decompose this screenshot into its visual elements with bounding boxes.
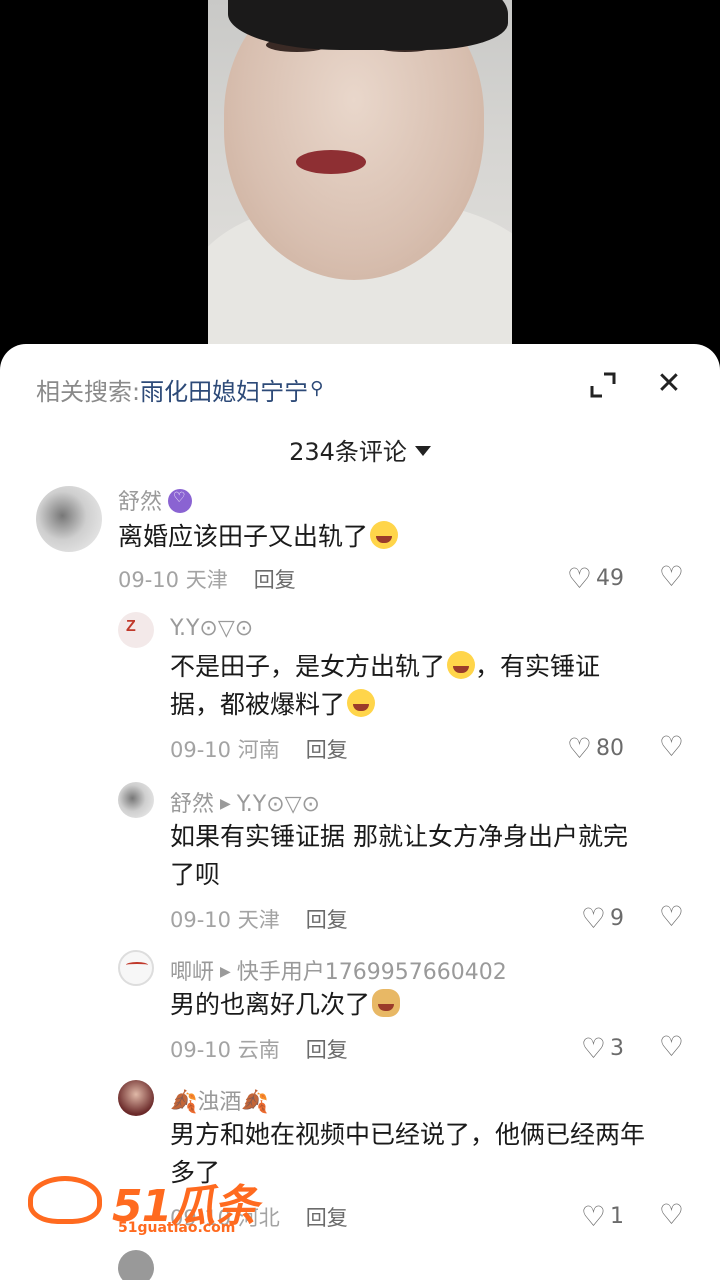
comment-text: 离婚应该田子又出轨了 — [118, 518, 399, 556]
like-count: 49 — [596, 566, 624, 591]
reply-button[interactable]: 回复 — [306, 1206, 348, 1230]
reply-arrow-icon: ▶ — [220, 796, 231, 812]
avatar[interactable] — [118, 1250, 154, 1280]
username-text: 舒然 — [118, 490, 163, 515]
comment-text-body: ，有实锤证 — [475, 652, 601, 681]
comment-text: 如果有实锤证据 那就让女方净身出户就完 了呗 — [170, 818, 680, 894]
crying-laugh-emoji-icon — [370, 521, 399, 549]
comment-username[interactable]: Y.Y⊙▽⊙ — [170, 616, 253, 641]
comment-text: 不是田子，是女方出轨了 ，有实锤证 据，都被爆料了 — [170, 648, 670, 724]
video-subject-mouth — [296, 150, 366, 174]
comment-text-body: 男的也离好几次了 — [170, 990, 371, 1019]
heart-icon: ♡ — [566, 732, 592, 765]
reply-button[interactable]: 回复 — [254, 568, 296, 592]
comment-count-label: 234条评论 — [289, 438, 407, 466]
comment-location: 天津 — [237, 908, 280, 932]
video-frame — [208, 0, 512, 360]
comment-username[interactable]: 🍂浊酒🍂 — [170, 1084, 269, 1116]
username-text: 浊酒 — [197, 1090, 242, 1115]
expand-icon[interactable] — [588, 370, 618, 400]
avatar[interactable] — [36, 486, 102, 552]
comment-date: 09-10 — [170, 738, 232, 762]
video-player[interactable] — [0, 0, 720, 360]
related-search[interactable]: 相关搜索:雨化田媳妇宁宁 ⚲ — [36, 372, 323, 407]
leaf-icon: 🍂 — [241, 1090, 269, 1115]
avatar[interactable] — [118, 782, 154, 818]
dislike-icon[interactable]: ♡ — [659, 1198, 684, 1231]
comment-text-body: 如果有实锤证据 那就让女方净身出户就完 — [170, 822, 628, 851]
comment-meta: 09-10 云南 回复 — [170, 1034, 348, 1064]
like-count: 3 — [610, 1036, 624, 1061]
comment-panel: 相关搜索:雨化田媳妇宁宁⚲ ✕ 234条评论 舒然 离婚应该田子又出轨了 09-… — [0, 344, 720, 1280]
avatar[interactable]: Z — [118, 612, 154, 648]
search-icon: ⚲ — [310, 378, 324, 399]
dislike-icon[interactable]: ♡ — [659, 730, 684, 763]
heart-icon: ♡ — [580, 1032, 606, 1065]
comment-username[interactable]: 唧岍 ▶ 快手用户1769957660402 — [170, 954, 507, 986]
dislike-icon[interactable]: ♡ — [659, 1030, 684, 1063]
doge-emoji-icon — [372, 989, 401, 1017]
watermark: 51瓜条 51guatiao.com — [28, 1172, 258, 1242]
comment-date: 09-10 — [118, 568, 180, 592]
watermark-logo-icon — [28, 1176, 102, 1224]
heart-icon: ♡ — [580, 1200, 606, 1233]
watermark-url: 51guatiao.com — [118, 1220, 236, 1236]
related-search-query[interactable]: 雨化田媳妇宁宁 — [140, 378, 308, 406]
dislike-icon[interactable]: ♡ — [659, 560, 684, 593]
crying-laugh-emoji-icon — [447, 651, 476, 679]
dislike-icon[interactable]: ♡ — [659, 900, 684, 933]
username-text: 唧岍 — [170, 960, 215, 985]
leaf-icon: 🍂 — [170, 1090, 198, 1115]
level-badge-icon — [168, 489, 193, 513]
comment-location: 天津 — [185, 568, 228, 592]
comment-text: 男的也离好几次了 — [170, 986, 401, 1024]
comment-text-body: 男方和她在视频中已经说了，他俩已经两年 — [170, 1120, 646, 1149]
crying-laugh-emoji-icon — [347, 689, 376, 717]
reply-button[interactable]: 回复 — [306, 908, 348, 932]
comment-date: 09-10 — [170, 1038, 232, 1062]
like-button[interactable]: ♡ 80 — [567, 732, 624, 765]
heart-icon: ♡ — [580, 902, 606, 935]
comment-username[interactable]: 舒然 — [118, 484, 193, 516]
comment-date: 09-10 — [170, 908, 232, 932]
avatar[interactable] — [118, 1080, 154, 1116]
comment-text-body: 了呗 — [170, 860, 221, 889]
close-icon[interactable]: ✕ — [654, 368, 684, 400]
like-count: 1 — [610, 1204, 624, 1229]
like-button[interactable]: ♡ 3 — [581, 1032, 624, 1065]
caret-down-icon — [414, 446, 431, 456]
comment-count[interactable]: 234条评论 — [0, 432, 720, 467]
reply-button[interactable]: 回复 — [306, 738, 348, 762]
reply-to-username[interactable]: 快手用户1769957660402 — [237, 960, 507, 985]
like-button[interactable]: ♡ 1 — [581, 1200, 624, 1233]
heart-icon: ♡ — [566, 562, 592, 595]
comment-text-body: 据，都被爆料了 — [170, 690, 346, 719]
reply-button[interactable]: 回复 — [306, 1038, 348, 1062]
comment-location: 云南 — [237, 1038, 280, 1062]
avatar[interactable] — [118, 950, 154, 986]
comment-meta: 09-10 天津 回复 — [170, 904, 348, 934]
like-count: 9 — [610, 906, 624, 931]
reply-to-username[interactable]: Y.Y⊙▽⊙ — [237, 792, 320, 817]
comment-meta: 09-10 天津 回复 — [118, 564, 296, 594]
reply-arrow-icon: ▶ — [220, 964, 231, 980]
comment-location: 河南 — [237, 738, 280, 762]
related-search-prefix: 相关搜索: — [36, 378, 141, 406]
comment-text-body: 离婚应该田子又出轨了 — [118, 522, 369, 551]
comment-username[interactable]: 舒然 ▶ Y.Y⊙▽⊙ — [170, 786, 320, 818]
like-button[interactable]: ♡ 49 — [567, 562, 624, 595]
username-text: 舒然 — [170, 792, 215, 817]
like-count: 80 — [596, 736, 624, 761]
like-button[interactable]: ♡ 9 — [581, 902, 624, 935]
comment-meta: 09-10 河南 回复 — [170, 734, 348, 764]
username-text: Y.Y⊙▽⊙ — [170, 616, 254, 641]
comment-text-body: 不是田子，是女方出轨了 — [170, 652, 446, 681]
